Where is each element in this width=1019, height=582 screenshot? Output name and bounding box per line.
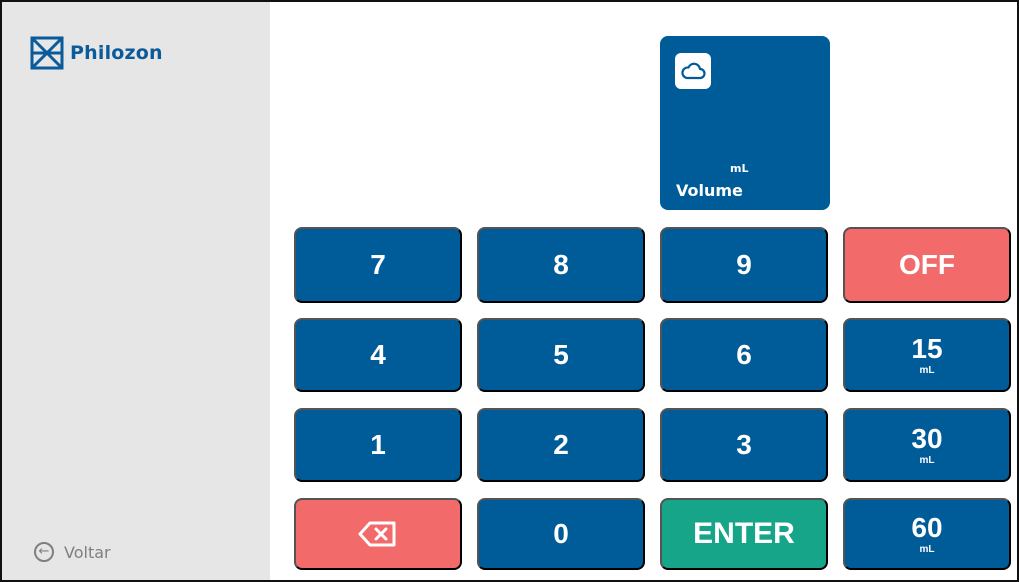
- brand-name: Philozon: [70, 42, 163, 64]
- preset-value: 60: [911, 511, 943, 543]
- back-button[interactable]: ← Voltar: [34, 542, 111, 562]
- preset-60-ml-button[interactable]: 60 mL: [843, 498, 1011, 570]
- key-5[interactable]: 5: [477, 318, 645, 392]
- backspace-button[interactable]: [294, 498, 462, 570]
- preset-value: 30: [911, 422, 943, 454]
- back-arrow-icon: ←: [34, 542, 54, 562]
- key-3[interactable]: 3: [660, 408, 828, 482]
- key-9[interactable]: 9: [660, 227, 828, 303]
- preset-30-ml-button[interactable]: 30 mL: [843, 408, 1011, 482]
- cloud-icon: [675, 53, 711, 89]
- key-7[interactable]: 7: [294, 227, 462, 303]
- brand: Philozon: [30, 36, 163, 70]
- enter-button[interactable]: ENTER: [660, 498, 828, 570]
- key-0[interactable]: 0: [477, 498, 645, 570]
- back-label: Voltar: [64, 542, 111, 562]
- key-6[interactable]: 6: [660, 318, 828, 392]
- preset-unit: mL: [919, 454, 935, 466]
- preset-value: 15: [911, 332, 943, 364]
- key-2[interactable]: 2: [477, 408, 645, 482]
- screen: Philozon ← Voltar mL Volume 7 8 9 OFF 4 …: [0, 0, 1019, 582]
- sidebar: Philozon ← Voltar: [2, 2, 270, 580]
- volume-tile[interactable]: mL Volume: [660, 36, 830, 210]
- volume-label: Volume: [676, 181, 743, 200]
- preset-unit: mL: [919, 364, 935, 376]
- preset-unit: mL: [919, 543, 935, 555]
- key-8[interactable]: 8: [477, 227, 645, 303]
- key-1[interactable]: 1: [294, 408, 462, 482]
- off-button[interactable]: OFF: [843, 227, 1011, 303]
- backspace-icon: [358, 521, 396, 547]
- preset-15-ml-button[interactable]: 15 mL: [843, 318, 1011, 392]
- philozon-logo-icon: [30, 36, 64, 70]
- volume-unit: mL: [730, 162, 749, 175]
- key-4[interactable]: 4: [294, 318, 462, 392]
